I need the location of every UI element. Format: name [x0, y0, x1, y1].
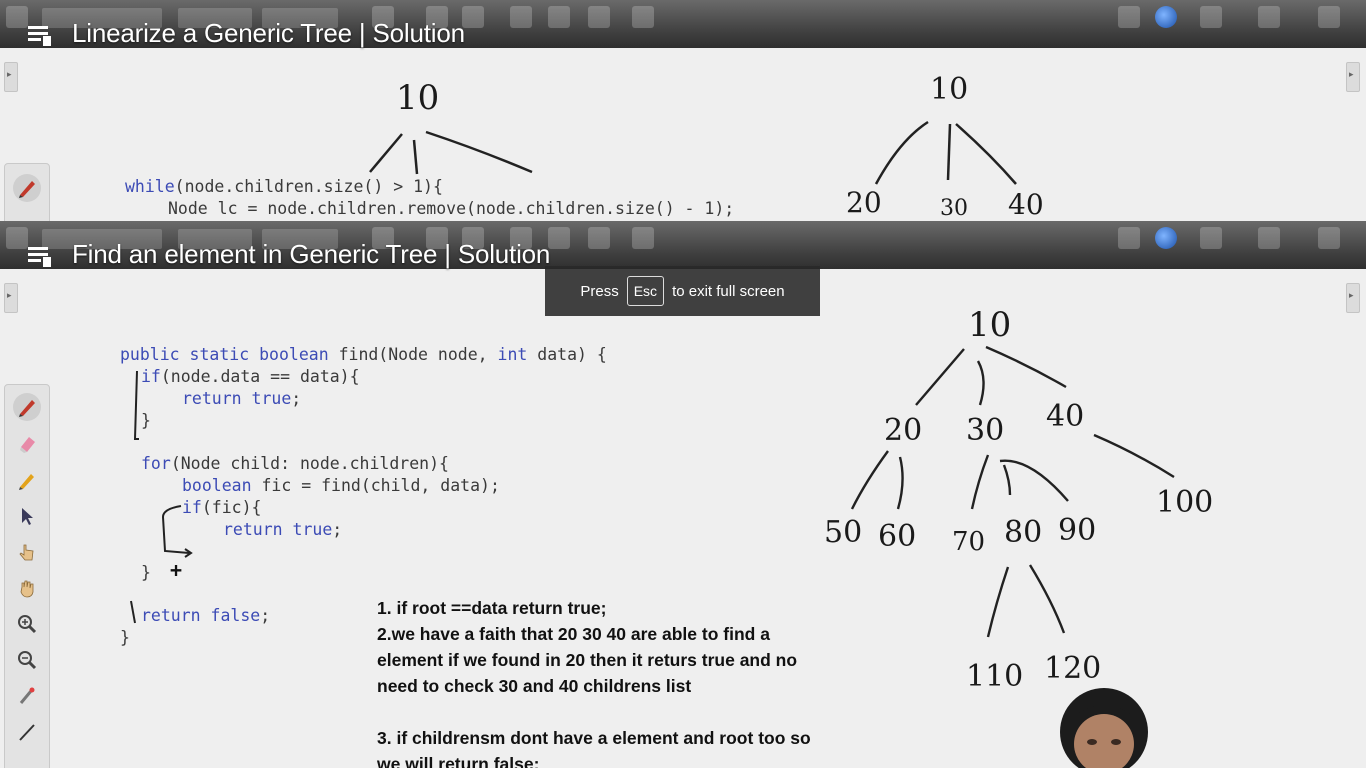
true-keyword: true [251, 389, 292, 408]
true-keyword: true [292, 520, 333, 539]
for-condition: (Node child: node.children){ [170, 454, 449, 473]
video-title-bar: Linearize a Generic Tree | Solution [28, 18, 465, 49]
signature-params: find(Node node, [328, 345, 498, 364]
tree-node-80: 80 [1004, 515, 1043, 550]
while-condition: (node.children.size() > 1){ [174, 177, 443, 196]
selector-tool-icon[interactable] [13, 502, 41, 530]
note-line-4: need to check 30 and 40 childrens list [377, 676, 692, 696]
stylus-icon[interactable] [6, 6, 28, 28]
tree-node-root: 10 [968, 305, 1012, 345]
while-keyword: while [125, 177, 175, 196]
boolean-keyword: boolean [259, 345, 329, 364]
erase-icon[interactable] [632, 227, 654, 249]
board-icon[interactable] [1118, 6, 1140, 28]
tree-left-edges [369, 130, 533, 175]
semicolon: ; [332, 520, 343, 539]
pages-icon[interactable] [510, 6, 532, 28]
pen-tool-icon[interactable] [13, 393, 41, 421]
web-icon[interactable] [1155, 6, 1177, 28]
previous-icon[interactable] [548, 6, 570, 28]
code-boolean-fic-line: boolean fic = find(child, data); [182, 475, 500, 497]
handwritten-brackets [130, 370, 193, 624]
playlist-icon[interactable] [28, 245, 52, 267]
eraser-tool-icon[interactable] [13, 430, 41, 458]
note-line-7: we will return false; [377, 754, 540, 768]
tool-palette [4, 384, 50, 768]
int-keyword: int [497, 345, 528, 364]
note-line-5 [377, 699, 811, 725]
board-icon[interactable] [1118, 227, 1140, 249]
interact-tool-icon[interactable] [13, 538, 41, 566]
fic-assignment: fic = find(child, data); [251, 476, 500, 495]
tree-node-70: 70 [952, 527, 986, 557]
semicolon: ; [291, 389, 302, 408]
left-panel-toggle[interactable] [4, 283, 18, 313]
code-return-true-inner: return true; [223, 519, 342, 541]
web-icon[interactable] [1155, 227, 1177, 249]
erase-icon[interactable] [632, 6, 654, 28]
code-while-line: while(node.children.size() > 1){ [125, 176, 443, 198]
toast-press-text: Press [580, 282, 619, 300]
zoom-in-icon[interactable] [13, 610, 41, 638]
tree-left-root: 10 [396, 78, 440, 118]
tree-right-edges [874, 120, 1017, 185]
note-line-6: 3. if childrensm dont have a element and… [377, 728, 811, 748]
tree-node-40: 40 [1046, 399, 1085, 434]
tree-right-root: 10 [930, 72, 969, 107]
note-line-3: element if we found in 20 then it returs… [377, 650, 798, 670]
tree-node-90: 90 [1058, 513, 1097, 548]
video-title-bar: Find an element in Generic Tree | Soluti… [28, 239, 550, 270]
pen-tool-icon[interactable] [13, 174, 41, 202]
tree-node-120: 120 [1044, 651, 1102, 686]
note-line-2: 2.we have a faith that 20 30 40 are able… [377, 624, 770, 644]
tree-right-child-20: 20 [846, 186, 882, 219]
false-keyword: false [210, 606, 261, 625]
redo-icon[interactable] [462, 6, 484, 28]
esc-key-badge: Esc [626, 276, 665, 306]
highlighter-tool-icon[interactable] [13, 466, 41, 494]
hand-tool-icon[interactable] [13, 574, 41, 602]
note-line-1: 1. if root ==data return true; [377, 598, 607, 618]
presenter-webcam [1046, 688, 1164, 768]
tree-node-20: 20 [884, 413, 923, 448]
tree-node-100: 100 [1156, 485, 1214, 520]
line-tool-icon[interactable] [13, 718, 41, 746]
tool-palette [4, 163, 50, 221]
next-icon[interactable] [588, 227, 610, 249]
video-panel-linearize[interactable]: Linearize a Generic Tree | Solution whil… [0, 0, 1366, 221]
tree-right-child-40: 40 [1008, 188, 1044, 221]
openboard-menu-icon[interactable] [1318, 6, 1340, 28]
video-title[interactable]: Find an element in Generic Tree | Soluti… [72, 239, 550, 270]
tree-node-60: 60 [878, 519, 917, 554]
return-keyword: return [223, 520, 283, 539]
if-fic-condition: (fic){ [201, 498, 262, 517]
documents-icon[interactable] [1200, 6, 1222, 28]
video-title[interactable]: Linearize a Generic Tree | Solution [72, 18, 465, 49]
documents-icon[interactable] [1200, 227, 1222, 249]
fullscreen-exit-toast: Press Esc to exit full screen [545, 266, 820, 316]
previous-icon[interactable] [548, 227, 570, 249]
tree-node-110: 110 [966, 659, 1024, 694]
openboard-menu-icon[interactable] [1318, 227, 1340, 249]
next-icon[interactable] [588, 6, 610, 28]
signature-end: data) { [527, 345, 607, 364]
left-panel-toggle[interactable] [4, 62, 18, 92]
playlist-icon[interactable] [28, 24, 52, 46]
tree-node-50: 50 [824, 515, 863, 550]
zoom-out-icon[interactable] [13, 646, 41, 674]
explanation-notes: 1. if root ==data return true; 2.we have… [377, 595, 811, 768]
right-panel-toggle[interactable] [1346, 283, 1360, 313]
show-desktop-icon[interactable] [1258, 6, 1280, 28]
toast-message: to exit full screen [672, 282, 785, 300]
tree-node-30: 30 [966, 413, 1005, 448]
tree-right-child-30: 30 [940, 196, 968, 221]
stylus-icon[interactable] [6, 227, 28, 249]
show-desktop-icon[interactable] [1258, 227, 1280, 249]
laser-pointer-icon[interactable] [13, 682, 41, 710]
code-remove-line: Node lc = node.children.remove(node.chil… [168, 199, 735, 218]
right-panel-toggle[interactable] [1346, 62, 1360, 92]
semicolon: ; [260, 606, 271, 625]
